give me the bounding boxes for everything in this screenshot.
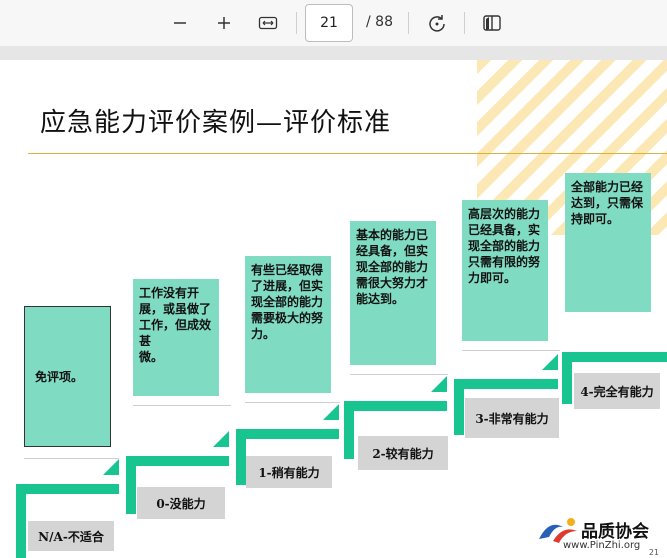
logo-title: 品质协会	[581, 522, 649, 542]
desc-line: 工作没有开展，或虽做了工作，但成效甚	[139, 286, 212, 348]
page-total: / 88	[366, 14, 393, 30]
fit-width-button[interactable]	[254, 9, 282, 37]
desc-line: 微。	[139, 350, 164, 364]
desc-line: 需要极大的努力。	[251, 311, 324, 341]
page-view-button[interactable]	[478, 9, 506, 37]
step-side	[454, 379, 464, 435]
slide-title: 应急能力评价案例—评价标准	[40, 108, 392, 138]
level-1-label: 1-稍有能力	[246, 456, 332, 488]
separator-line	[350, 374, 448, 375]
toolbar-divider	[296, 12, 297, 34]
level-3-label: 3-非常有能力	[465, 398, 559, 438]
step-corner	[213, 431, 229, 447]
page-number-input[interactable]: 21	[305, 4, 353, 42]
desc-line: 只需有限的努力即可。	[468, 255, 541, 285]
step-top	[344, 401, 447, 411]
step-top	[16, 484, 119, 494]
level-0-description: 工作没有开展，或虽做了工作，但成效甚 微。	[133, 279, 219, 396]
page-view-icon	[483, 15, 501, 31]
pinzhi-logo: 品质协会 www.PinZhi.org 21	[533, 515, 663, 557]
step-top	[236, 429, 339, 439]
step-corner	[323, 404, 339, 420]
step-side	[562, 352, 572, 404]
page-gap	[0, 46, 667, 60]
level-4-label: 4-完全有能力	[574, 373, 660, 409]
pdf-toolbar: 21 / 88	[0, 0, 667, 47]
zoom-out-button[interactable]	[166, 9, 194, 37]
step-side	[16, 484, 26, 558]
step-top	[454, 379, 558, 389]
level-4-description: 全部能力已经达到，只需保持即可。	[565, 173, 651, 312]
step-corner	[431, 376, 447, 392]
slide-page-number: 21	[648, 548, 659, 557]
level-2-label: 2-较有能力	[358, 436, 448, 470]
separator-line	[133, 405, 231, 406]
toolbar-divider	[464, 12, 465, 34]
separator-line	[462, 350, 560, 351]
rotate-icon	[429, 15, 445, 32]
level-2-description: 基本的能力已经具备，但实现全部的能力 需很大努力才能达到。	[350, 221, 436, 365]
level-1-description: 有些已经取得了进展，但实现全部的能力 需要极大的努力。	[245, 256, 331, 393]
level-3-description: 高层次的能力已经具备，实现全部的能力 只需有限的努力即可。	[462, 200, 548, 341]
zoom-in-button[interactable]	[210, 9, 238, 37]
step-top	[562, 352, 667, 362]
desc-line: 基本的能力已经具备，但实现全部的能力	[356, 228, 429, 274]
level-na-description: 免评项。	[24, 306, 111, 447]
toolbar-divider	[408, 12, 409, 34]
step-side	[344, 401, 354, 459]
pdf-page: 应急能力评价案例—评价标准 免评项。 工作没有开展，或虽做了工作，但成效甚 微。…	[0, 60, 667, 558]
step-corner	[542, 354, 558, 370]
desc-line: 需很大努力才能达到。	[356, 276, 429, 306]
level-na-label: N/A-不适合	[28, 521, 114, 551]
desc-line: 免评项。	[35, 369, 84, 384]
title-rule	[28, 153, 667, 154]
desc-line: 高层次的能力已经具备，实现全部的能力	[468, 207, 541, 253]
desc-line: 有些已经取得了进展，但实现全部的能力	[251, 263, 324, 309]
fit-width-icon	[258, 16, 278, 30]
minus-icon	[174, 22, 186, 24]
step-side	[126, 456, 136, 514]
step-corner	[103, 459, 119, 475]
step-side	[236, 429, 246, 485]
rotate-button[interactable]	[423, 9, 451, 37]
desc-line: 全部能力已经达到，只需保持即可。	[571, 180, 644, 226]
plus-icon	[218, 17, 230, 29]
logo-url: www.PinZhi.org	[563, 540, 641, 551]
separator-line	[245, 402, 340, 403]
level-0-label: 0-没能力	[137, 487, 225, 519]
step-top	[126, 456, 229, 466]
